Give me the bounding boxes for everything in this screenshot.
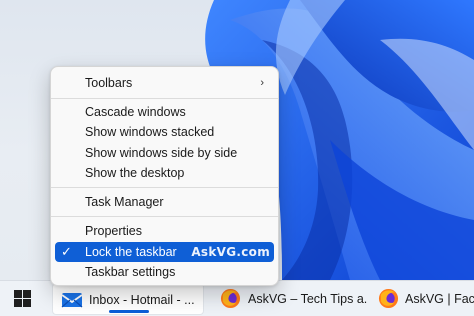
firefox-icon: [378, 288, 399, 309]
menu-item-task-manager[interactable]: Task Manager: [55, 192, 274, 212]
start-button[interactable]: [10, 290, 36, 308]
menu-item-label: Taskbar settings: [85, 265, 176, 279]
taskbar-button-label: AskVG – Tech Tips a...: [248, 292, 368, 306]
menu-item-label: Show windows side by side: [85, 146, 238, 160]
taskbar-button-firefox-askvg[interactable]: AskVG – Tech Tips a...: [212, 283, 368, 315]
menu-item-label: Show the desktop: [85, 166, 185, 180]
mail-icon: [61, 293, 83, 308]
chevron-right-icon: ›: [260, 77, 264, 89]
menu-item-label: Lock the taskbar: [85, 245, 177, 259]
menu-item-show-windows-side-by-side[interactable]: Show windows side by side: [55, 143, 274, 163]
menu-item-lock-the-taskbar[interactable]: ✓ Lock the taskbar AskVG.com: [55, 242, 274, 262]
menu-item-toolbars[interactable]: Toolbars ›: [55, 73, 274, 93]
firefox-icon: [220, 288, 241, 309]
menu-divider: [51, 187, 278, 188]
taskbar-button-label: AskVG | Faceb: [405, 292, 474, 306]
menu-divider: [51, 216, 278, 217]
menu-item-properties[interactable]: Properties: [55, 221, 274, 241]
taskbar-context-menu: Toolbars › Cascade windows Show windows …: [50, 66, 279, 286]
menu-item-label: Cascade windows: [85, 105, 186, 119]
active-indicator: [109, 310, 149, 313]
menu-item-label: Properties: [85, 224, 142, 238]
menu-item-cascade-windows[interactable]: Cascade windows: [55, 102, 274, 122]
menu-item-label: Show windows stacked: [85, 125, 215, 139]
taskbar-button-mail[interactable]: Inbox - Hotmail - ...: [52, 283, 204, 315]
menu-item-label: Task Manager: [85, 195, 164, 209]
taskbar-button-firefox-facebook[interactable]: AskVG | Faceb: [372, 283, 474, 315]
menu-item-taskbar-settings[interactable]: Taskbar settings: [55, 262, 274, 282]
menu-item-label: Toolbars: [85, 76, 133, 90]
checkmark-icon: ✓: [61, 244, 72, 259]
menu-divider: [51, 98, 278, 99]
menu-item-show-the-desktop[interactable]: Show the desktop: [55, 163, 274, 183]
menu-item-show-windows-stacked[interactable]: Show windows stacked: [55, 122, 274, 142]
askvg-watermark: AskVG.com: [191, 245, 270, 259]
